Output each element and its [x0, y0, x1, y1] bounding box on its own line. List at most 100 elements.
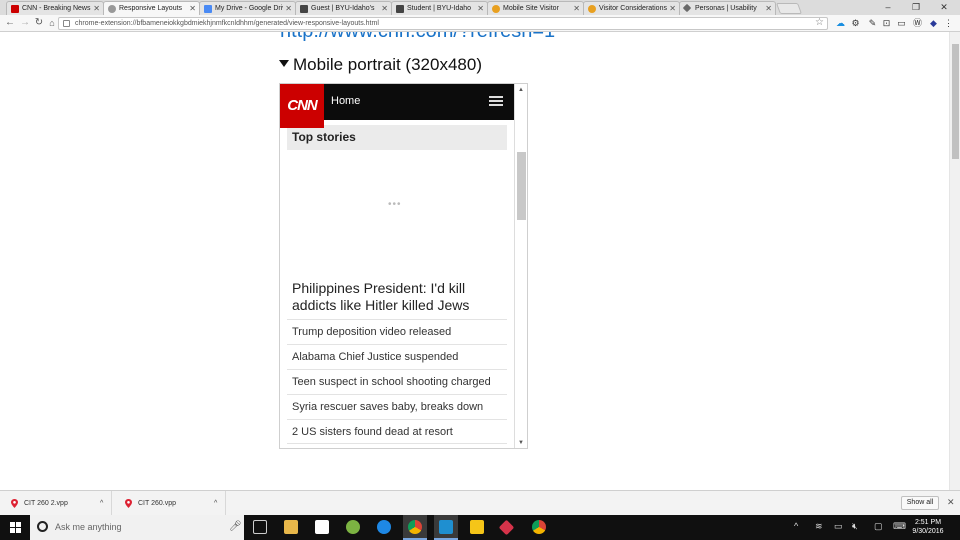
- tab-byui-guest[interactable]: Guest | BYU-Idaho's ✕: [295, 1, 392, 15]
- scrollbar-thumb[interactable]: [517, 152, 526, 220]
- chevron-up-icon[interactable]: ^: [794, 521, 798, 531]
- scroll-down-arrow-icon[interactable]: ▼: [518, 440, 524, 446]
- close-icon[interactable]: ✕: [573, 2, 580, 15]
- tab-visitor-considerations[interactable]: Visitor Considerations ✕: [583, 1, 680, 15]
- page-scrollbar[interactable]: [949, 32, 960, 490]
- microphone-icon[interactable]: 🎤︎: [229, 521, 242, 532]
- page-content: http://www.cnn.com/?refresh=1 Mobile por…: [0, 32, 949, 490]
- story-item[interactable]: Trump deposition video released: [287, 319, 507, 344]
- bookmark-star-icon[interactable]: ☆: [815, 18, 824, 28]
- close-icon[interactable]: ✕: [93, 2, 100, 15]
- hamburger-menu-icon[interactable]: [489, 96, 503, 107]
- diamond-favicon-icon: [682, 3, 692, 13]
- reload-icon[interactable]: ↻: [33, 16, 45, 30]
- restore-button[interactable]: ❐: [902, 0, 930, 15]
- chrome-icon[interactable]: [408, 520, 422, 534]
- address-bar[interactable]: chrome-extension://bfbameneiokkgbdmiekhj…: [58, 17, 828, 30]
- page-scrollbar-thumb[interactable]: [952, 44, 959, 159]
- forward-arrow-icon[interactable]: →: [19, 16, 31, 30]
- sun-favicon-icon: [492, 5, 500, 13]
- story-item[interactable]: 2 US sisters found dead at resort: [287, 419, 507, 444]
- top-stories-heading: Top stories: [287, 125, 507, 150]
- close-window-button[interactable]: ✕: [930, 0, 958, 15]
- eyedropper-extension-icon[interactable]: ✎: [868, 19, 877, 28]
- edge-icon[interactable]: [377, 520, 391, 534]
- close-icon[interactable]: ✕: [947, 497, 955, 508]
- windows-start-icon[interactable]: [10, 522, 21, 533]
- chrome-icon[interactable]: [532, 520, 546, 534]
- cloud-extension-icon[interactable]: ☁: [836, 19, 845, 28]
- section-heading[interactable]: Mobile portrait (320x480): [279, 55, 482, 75]
- page-favicon-icon: [396, 5, 404, 13]
- settings-favicon-icon: [108, 5, 116, 13]
- cortana-search-box[interactable]: Ask me anything 🎤︎: [30, 515, 244, 540]
- windows-taskbar: Ask me anything 🎤︎ ^ ≋ ▭ 🔇︎ ▢ ⌨ 2:51 PM …: [0, 515, 960, 540]
- menu-icon[interactable]: ⋮: [944, 19, 953, 28]
- story-item[interactable]: Syria rescuer saves baby, breaks down: [287, 394, 507, 419]
- close-icon[interactable]: ✕: [381, 2, 388, 15]
- url-heading[interactable]: http://www.cnn.com/?refresh=1: [280, 32, 555, 43]
- close-icon[interactable]: ✕: [477, 2, 484, 15]
- lead-headline[interactable]: Philippines President: I'd kill addicts …: [292, 280, 504, 314]
- clock-date: 9/30/2016: [912, 528, 944, 535]
- file-explorer-icon[interactable]: [284, 520, 298, 534]
- show-all-button[interactable]: Show all: [901, 496, 939, 510]
- close-icon[interactable]: ✕: [669, 2, 676, 15]
- volume-muted-icon[interactable]: 🔇︎: [852, 521, 858, 532]
- download-item[interactable]: CIT 260 2.vpp ^: [0, 491, 112, 516]
- story-item[interactable]: Teen suspect in school shooting charged: [287, 369, 507, 394]
- cortana-icon: [37, 521, 48, 532]
- gear-extension-icon[interactable]: ⚙: [851, 19, 860, 28]
- preview-scrollbar[interactable]: ▲ ▼: [514, 84, 527, 448]
- tab-byui-student[interactable]: Student | BYU-Idaho ✕: [391, 1, 488, 15]
- tab-google-drive[interactable]: My Drive - Google Drive ✕: [199, 1, 296, 15]
- loading-indicator: •••: [388, 199, 402, 210]
- chevron-up-icon[interactable]: ^: [214, 491, 217, 516]
- disclosure-triangle-icon[interactable]: [279, 60, 289, 68]
- wifi-icon[interactable]: ≋: [815, 521, 823, 532]
- mobile-preview-frame: CNN Home Top stories ••• Philippines Pre…: [279, 83, 528, 449]
- close-icon[interactable]: ✕: [285, 2, 292, 15]
- tab-strip: CNN - Breaking News ✕ Responsive Layouts…: [0, 0, 960, 15]
- picasa-icon[interactable]: [346, 520, 360, 534]
- home-icon[interactable]: ⌂: [46, 16, 58, 30]
- new-tab-button[interactable]: [775, 3, 803, 14]
- address-text: chrome-extension://bfbameneiokkgbdmiekhj…: [75, 20, 379, 27]
- wordpress-extension-icon[interactable]: Ⓦ: [913, 19, 922, 28]
- minimize-button[interactable]: ‒: [874, 0, 902, 15]
- close-icon[interactable]: ✕: [189, 2, 196, 15]
- cnn-logo[interactable]: CNN: [280, 84, 324, 128]
- file-pin-icon: [11, 499, 18, 508]
- git-icon[interactable]: [498, 519, 515, 536]
- clock-time: 2:51 PM: [914, 519, 942, 526]
- tab-mobile-site-visitor[interactable]: Mobile Site Visitor ✕: [487, 1, 584, 15]
- sun-favicon-icon: [588, 5, 596, 13]
- browser-toolbar: ← → ↻ ⌂ chrome-extension://bfbameneiokkg…: [0, 15, 960, 32]
- resize-extension-icon[interactable]: ⊡: [882, 19, 891, 28]
- chevron-up-icon[interactable]: ^: [100, 491, 103, 516]
- notification-icon[interactable]: ▢: [874, 521, 883, 532]
- story-item[interactable]: Alabama Chief Justice suspended: [287, 344, 507, 369]
- tab-cnn[interactable]: CNN - Breaking News ✕: [6, 1, 104, 15]
- sticky-notes-icon[interactable]: [470, 520, 484, 534]
- window-extension-icon[interactable]: ▭: [897, 19, 906, 28]
- downloads-bar: CIT 260 2.vpp ^ CIT 260.vpp ^ Show all ✕: [0, 490, 960, 516]
- page-favicon-icon: [300, 5, 308, 13]
- back-arrow-icon[interactable]: ←: [4, 16, 16, 30]
- file-pin-icon: [125, 499, 132, 508]
- page-icon: [63, 20, 70, 27]
- tab-personas[interactable]: Personas | Usability ✕: [679, 1, 776, 15]
- app-icon[interactable]: [439, 520, 453, 534]
- pocket-extension-icon[interactable]: ◆: [929, 19, 938, 28]
- keyboard-icon[interactable]: ⌨: [893, 521, 906, 532]
- tab-responsive-layouts[interactable]: Responsive Layouts ✕: [103, 1, 200, 15]
- download-item[interactable]: CIT 260.vpp ^: [114, 491, 226, 516]
- task-view-icon[interactable]: [253, 520, 267, 534]
- close-icon[interactable]: ✕: [765, 2, 772, 15]
- nav-home-link[interactable]: Home: [331, 95, 360, 107]
- system-clock[interactable]: 2:51 PM 9/30/2016: [908, 518, 948, 536]
- battery-icon[interactable]: ▭: [834, 521, 843, 532]
- store-icon[interactable]: [315, 520, 329, 534]
- cnn-header: CNN Home: [280, 84, 514, 128]
- scroll-up-arrow-icon[interactable]: ▲: [518, 87, 524, 93]
